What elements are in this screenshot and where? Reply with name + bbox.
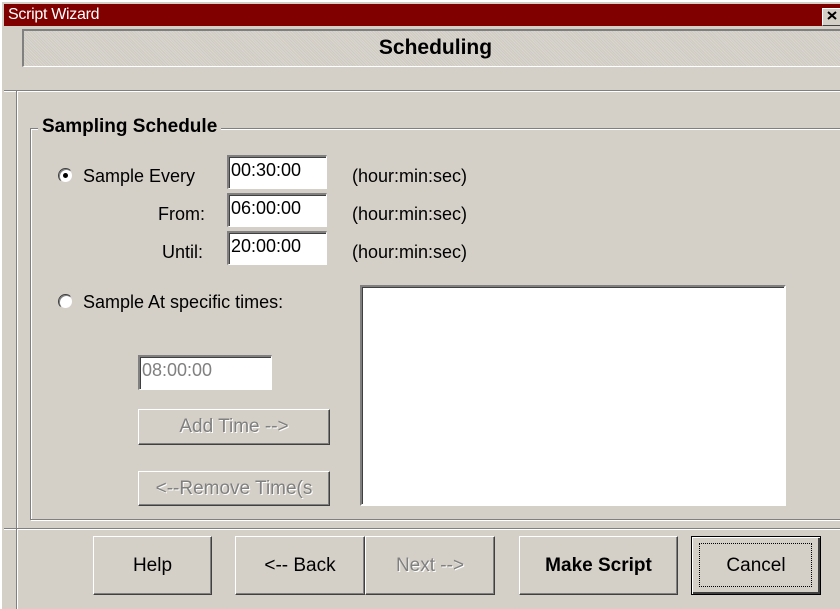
from-format-hint: (hour:min:sec) — [352, 204, 468, 224]
remove-time-label: <--Remove Time(s — [155, 478, 313, 499]
header-separator — [4, 90, 840, 92]
help-button[interactable]: Help — [93, 536, 212, 595]
add-time-button[interactable]: Add Time --> — [138, 409, 330, 445]
script-wizard-window: Script Wizard Scheduling Sampling Schedu… — [0, 0, 840, 609]
focus-ring — [699, 543, 812, 587]
next-button[interactable]: Next --> — [365, 536, 495, 595]
until-label: Until: — [162, 242, 204, 262]
back-button[interactable]: <-- Back — [235, 536, 365, 595]
interval-format-hint: (hour:min:sec) — [352, 166, 468, 186]
help-label: Help — [132, 555, 173, 576]
add-time-label: Add Time --> — [179, 416, 289, 437]
make-script-button[interactable]: Make Script — [519, 536, 678, 595]
make-script-label: Make Script — [545, 555, 652, 576]
cancel-button[interactable]: Cancel — [691, 536, 821, 595]
close-icon — [827, 11, 837, 20]
remove-time-button[interactable]: <--Remove Time(s — [138, 471, 330, 506]
sample-at-label[interactable]: Sample At specific times: — [83, 291, 283, 313]
sample-interval-field[interactable]: 00:30:00 — [227, 155, 327, 189]
page-title: Scheduling — [378, 36, 493, 59]
sample-every-radio[interactable] — [58, 168, 73, 183]
from-label: From: — [158, 204, 205, 224]
next-label: Next --> — [395, 555, 465, 576]
footer-separator — [4, 528, 840, 530]
back-label: <-- Back — [264, 555, 336, 576]
from-time-field[interactable]: 06:00:00 — [227, 193, 327, 227]
until-format-hint: (hour:min:sec) — [352, 242, 468, 262]
window-title: Script Wizard — [8, 6, 100, 23]
specific-time-field[interactable]: 08:00:00 — [138, 355, 272, 390]
sample-every-label[interactable]: Sample Every — [83, 165, 195, 187]
group-label: Sampling Schedule — [38, 116, 222, 138]
wizard-header: Scheduling — [22, 29, 840, 67]
radio-selected-dot — [63, 173, 68, 178]
until-time-field[interactable]: 20:00:00 — [227, 231, 327, 265]
close-button[interactable] — [822, 8, 840, 26]
footer-left-separator — [16, 529, 18, 609]
left-separator — [16, 91, 18, 528]
title-bar[interactable]: Script Wizard — [4, 4, 840, 26]
specific-times-list[interactable] — [360, 285, 786, 506]
sample-at-radio[interactable] — [58, 294, 73, 309]
